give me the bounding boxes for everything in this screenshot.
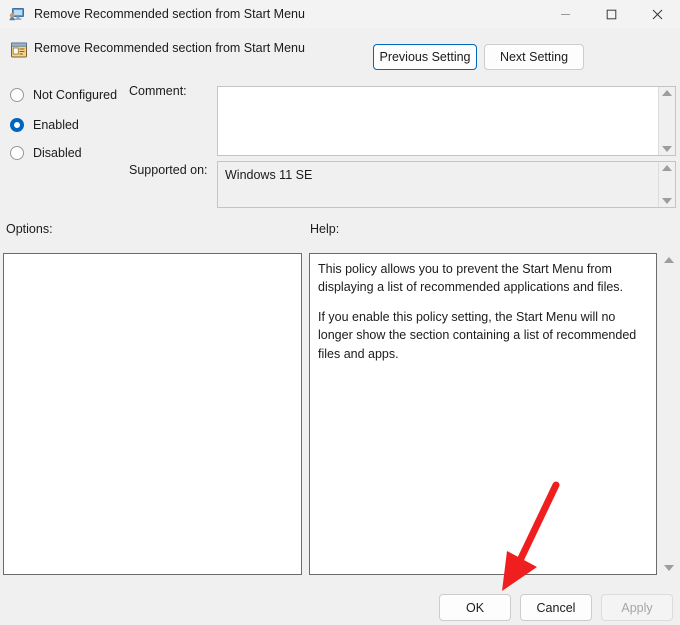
cancel-button[interactable]: Cancel	[520, 594, 592, 621]
radio-disabled[interactable]: Disabled	[10, 144, 82, 162]
help-label: Help:	[310, 222, 340, 236]
comment-field[interactable]	[217, 86, 676, 156]
comment-value[interactable]	[218, 87, 658, 155]
radio-label-not-configured: Not Configured	[33, 88, 118, 102]
close-button[interactable]	[634, 0, 680, 28]
triangle-up-icon[interactable]	[662, 165, 672, 171]
help-scrollbar[interactable]	[660, 253, 677, 575]
minimize-button[interactable]	[542, 0, 588, 28]
radio-mark-not-configured	[10, 88, 24, 102]
comment-label: Comment:	[129, 84, 187, 98]
next-setting-button[interactable]: Next Setting	[484, 44, 584, 70]
radio-enabled[interactable]: Enabled	[10, 116, 79, 134]
supported-on-value: Windows 11 SE	[225, 168, 313, 182]
triangle-down-icon[interactable]	[662, 198, 672, 204]
window-title: Remove Recommended section from Start Me…	[34, 7, 305, 21]
supported-on-scrollbar[interactable]	[658, 162, 675, 207]
triangle-down-icon[interactable]	[662, 146, 672, 152]
radio-label-disabled: Disabled	[33, 146, 82, 160]
maximize-icon	[606, 9, 616, 19]
apply-button: Apply	[601, 594, 673, 621]
window-controls	[542, 0, 680, 28]
supported-on-label: Supported on:	[129, 163, 208, 177]
triangle-up-icon[interactable]	[662, 90, 672, 96]
radio-label-enabled: Enabled	[33, 118, 79, 132]
help-paragraph: This policy allows you to prevent the St…	[318, 262, 624, 295]
supported-on-field: Windows 11 SE	[217, 161, 676, 208]
options-label: Options:	[6, 222, 53, 236]
close-icon	[652, 9, 662, 19]
policy-computer-icon	[9, 6, 25, 22]
triangle-down-icon[interactable]	[663, 565, 674, 571]
help-panel: This policy allows you to prevent the St…	[309, 253, 657, 575]
radio-mark-disabled	[10, 146, 24, 160]
ok-button[interactable]: OK	[439, 594, 511, 621]
minimize-icon	[560, 13, 570, 15]
radio-mark-enabled	[10, 118, 24, 132]
options-panel[interactable]	[3, 253, 302, 575]
radio-not-configured[interactable]: Not Configured	[10, 86, 117, 104]
help-paragraph: If you enable this policy setting, the S…	[318, 310, 637, 361]
window-titlebar: Remove Recommended section from Start Me…	[0, 0, 680, 28]
previous-setting-button[interactable]: Previous Setting	[373, 44, 477, 70]
maximize-button[interactable]	[588, 0, 634, 28]
policy-setting-title: Remove Recommended section from Start Me…	[34, 41, 305, 55]
triangle-up-icon[interactable]	[663, 257, 674, 263]
comment-scrollbar[interactable]	[658, 87, 675, 155]
policy-setting-icon	[10, 41, 28, 59]
